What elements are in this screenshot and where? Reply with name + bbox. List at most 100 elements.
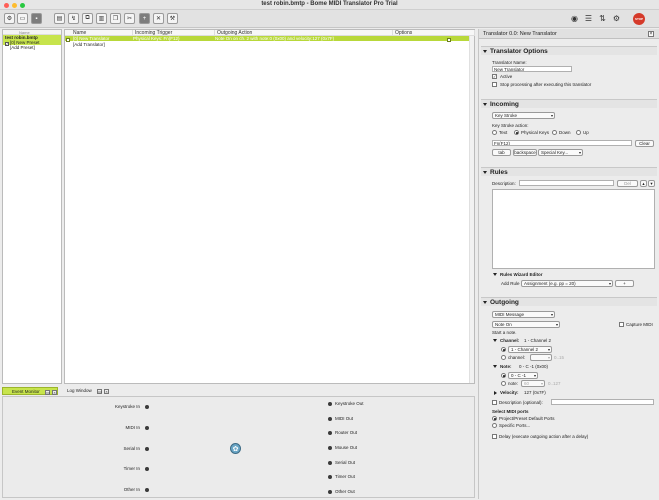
- add-rule-button[interactable]: +: [615, 280, 634, 287]
- channel-range: 0..15: [554, 355, 565, 360]
- tab-log-window[interactable]: Log Window ▭ ×: [64, 387, 114, 395]
- stop-processing-label: Stop processing after executing this tra…: [500, 82, 592, 87]
- outgoing-header[interactable]: Outgoing: [481, 297, 657, 306]
- new-translator-icon[interactable]: +: [139, 13, 150, 24]
- stop-processing-checkbox[interactable]: [492, 82, 497, 87]
- project-tree: Name test robin.bmtp ✓[0] New Preset [Ad…: [2, 29, 62, 384]
- list-icon[interactable]: ☰: [583, 13, 594, 24]
- open-icon[interactable]: ▭: [17, 13, 28, 24]
- delay-checkbox[interactable]: [492, 434, 497, 439]
- copy-icon[interactable]: ⧉: [82, 13, 93, 24]
- timer-in-indicator: [145, 467, 149, 471]
- monitor-mouse-out: Mouse Out: [335, 445, 358, 450]
- radio-physical-keys-label: Physical Keys: [521, 130, 550, 135]
- save-icon[interactable]: ▪: [31, 13, 42, 24]
- event-monitor-float-icon[interactable]: ▭: [45, 390, 50, 395]
- radio-up-label: Up: [583, 130, 589, 135]
- velocity-label: Velocity:: [500, 390, 519, 395]
- note-variable-select[interactable]: 60: [521, 380, 545, 387]
- add-rule-select[interactable]: Assignment (e.g. pp = 20): [521, 280, 613, 287]
- collapse-triangle-icon: [483, 103, 487, 106]
- midi-ports-icon[interactable]: ◉: [569, 13, 580, 24]
- stop-button[interactable]: STOP: [633, 13, 645, 25]
- incoming-header[interactable]: Incoming: [481, 99, 657, 108]
- note-value: 0 - C -1 (0x00): [519, 364, 549, 369]
- description-optional-label: Description (optional):: [499, 400, 543, 405]
- settings-icon[interactable]: ⚙: [4, 13, 15, 24]
- log-window-close-icon[interactable]: ×: [104, 389, 109, 394]
- channel-fixed-radio[interactable]: [501, 347, 506, 352]
- outgoing-type-select[interactable]: MIDI Message: [492, 311, 555, 318]
- translator-name-input[interactable]: New Translator: [492, 66, 572, 72]
- panel-title: Translator 0.0: New Translator: [479, 29, 659, 39]
- active-checkbox[interactable]: ✓: [492, 74, 497, 79]
- default-ports-radio[interactable]: [492, 416, 497, 421]
- note-range: 0..127: [548, 381, 561, 386]
- panel-title-text: Translator 0.0: New Translator: [483, 31, 557, 37]
- incoming-type-select[interactable]: Key Stroke: [492, 112, 555, 119]
- tab-button[interactable]: tab: [492, 149, 511, 156]
- channel-collapse-icon[interactable]: [493, 339, 497, 342]
- translator-options-header[interactable]: Translator Options: [481, 46, 657, 55]
- preset-checkbox[interactable]: ✓: [5, 41, 9, 46]
- active-label: Active: [500, 74, 513, 79]
- rules-wizard-collapse-icon[interactable]: [493, 273, 497, 276]
- translator-row-close-icon[interactable]: ×: [447, 37, 451, 42]
- routing-icon[interactable]: ⇅: [597, 13, 608, 24]
- tree-add-preset[interactable]: [Add Preset]: [3, 45, 61, 50]
- radio-down[interactable]: [552, 130, 557, 135]
- delay-label: Delay (execute outgoing action after a d…: [499, 434, 589, 439]
- event-monitor-close-icon[interactable]: ×: [52, 390, 57, 395]
- note-select[interactable]: 0 - C -1: [508, 372, 538, 379]
- specific-ports-radio[interactable]: [492, 423, 497, 428]
- panel-close-icon[interactable]: ×: [648, 31, 654, 37]
- translator-row[interactable]: ✓ [0] New Translator Physical Keys: Fn(F…: [65, 36, 474, 42]
- backspace-button[interactable]: backspace: [513, 149, 537, 156]
- mouse-out-indicator: [328, 446, 332, 450]
- clear-button[interactable]: Clear: [635, 140, 654, 147]
- key-stroke-input[interactable]: Fn(F12): [492, 140, 632, 146]
- rules-move-up-button[interactable]: ▴: [640, 180, 647, 187]
- rules-description-input[interactable]: [519, 180, 614, 186]
- channel-variable-select[interactable]: [530, 354, 552, 361]
- tab-event-monitor[interactable]: Event Monitor ▭ ×: [2, 387, 58, 395]
- velocity-expand-icon[interactable]: [494, 391, 497, 395]
- add-translator-icon[interactable]: ↯: [68, 13, 79, 24]
- list-scrollbar[interactable]: [469, 36, 474, 383]
- rules-move-down-button[interactable]: ▾: [648, 180, 655, 187]
- channel-select[interactable]: 1 - Channel 2: [508, 346, 552, 353]
- radio-text-label: Text: [499, 130, 508, 135]
- tab-log-window-label: Log Window: [67, 388, 92, 393]
- radio-text[interactable]: [492, 130, 497, 135]
- paste-icon[interactable]: ▥: [96, 13, 107, 24]
- outgoing-description-input[interactable]: [551, 399, 654, 405]
- monitor-keystroke-in: Keystroke In: [114, 404, 140, 409]
- special-key-select[interactable]: Special Key...: [538, 149, 583, 156]
- add-translator-row[interactable]: [Add Translator]: [65, 42, 474, 47]
- note-collapse-icon[interactable]: [493, 365, 497, 368]
- radio-physical-keys[interactable]: [514, 130, 519, 135]
- delete-icon[interactable]: ✕: [153, 13, 164, 24]
- midi-ports-heading: Select MIDI ports: [492, 409, 529, 414]
- tools-icon[interactable]: ⚒: [167, 13, 178, 24]
- monitor-keystroke-out: Keystroke Out: [335, 401, 364, 406]
- log-window-float-icon[interactable]: ▭: [97, 389, 102, 394]
- gear-icon[interactable]: ⚙: [611, 13, 622, 24]
- midi-message-select[interactable]: Note On: [492, 321, 560, 328]
- serial-out-indicator: [328, 461, 332, 465]
- note-fixed-radio[interactable]: [501, 373, 506, 378]
- channel-variable-radio[interactable]: [501, 355, 506, 360]
- duplicate-icon[interactable]: ❐: [110, 13, 121, 24]
- rules-header[interactable]: Rules: [481, 167, 657, 176]
- cut-icon[interactable]: ✂: [124, 13, 135, 24]
- bottom-tabs: Event Monitor ▭ × Log Window ▭ ×: [2, 387, 475, 396]
- translator-active-checkbox[interactable]: ✓: [66, 37, 70, 42]
- note-variable-radio[interactable]: [501, 381, 506, 386]
- other-in-indicator: [145, 488, 149, 492]
- rules-delete-button[interactable]: Del: [617, 180, 638, 187]
- capture-midi-checkbox[interactable]: [619, 322, 624, 327]
- rules-editor-textarea[interactable]: [492, 189, 655, 269]
- description-checkbox[interactable]: [492, 400, 497, 405]
- radio-up[interactable]: [576, 130, 581, 135]
- add-preset-icon[interactable]: ▤: [54, 13, 65, 24]
